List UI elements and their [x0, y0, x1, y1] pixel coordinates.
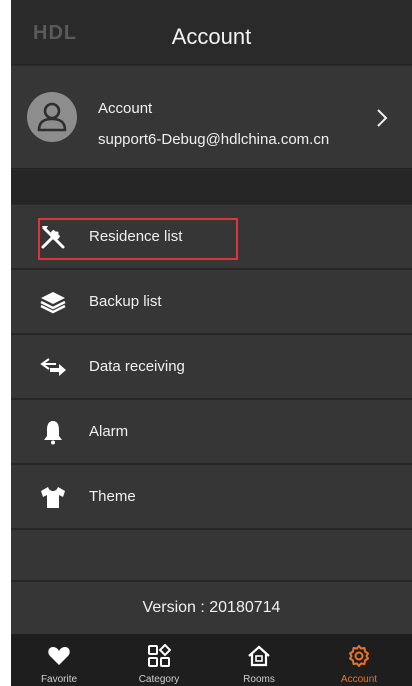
user-icon [37, 102, 67, 132]
heart-icon [48, 647, 70, 665]
tab-label: Category [138, 674, 180, 685]
avatar [27, 92, 77, 142]
tab-rooms[interactable]: Rooms [219, 634, 299, 686]
gear-icon [349, 645, 369, 667]
tab-label: Rooms [243, 674, 275, 685]
tab-label: Account [340, 674, 378, 685]
house-icon [248, 645, 270, 667]
tab-favorite[interactable]: Favorite [19, 634, 99, 686]
tab-account[interactable]: Account [319, 634, 399, 686]
bell-icon [44, 421, 62, 445]
account-card[interactable]: Account support6-Debug@hdlchina.com.cn [11, 66, 412, 169]
transfer-arrows-icon [40, 358, 66, 376]
layers-icon [40, 292, 66, 314]
menu-item-theme[interactable]: Theme [11, 465, 412, 530]
tab-label: Favorite [40, 674, 78, 685]
category-grid-icon [148, 644, 171, 667]
phone-screen: HDL Account Account support6-Debug@hdlch… [11, 0, 412, 686]
highlight-box [38, 218, 238, 260]
tshirt-icon [41, 487, 65, 508]
menu-item-backup-list[interactable]: Backup list [11, 270, 412, 335]
section-divider [11, 170, 412, 204]
account-email: support6-Debug@hdlchina.com.cn [98, 131, 330, 148]
menu-item-label: Data receiving [89, 358, 185, 375]
bottom-tab-bar: Favorite Category Rooms Account [11, 634, 412, 686]
empty-panel [11, 530, 412, 580]
page-title: Account [171, 24, 252, 49]
menu-item-label: Alarm [89, 423, 129, 440]
tab-category[interactable]: Category [119, 634, 199, 686]
app-header: HDL Account [11, 0, 412, 65]
account-label: Account [98, 100, 153, 117]
chevron-right-icon[interactable] [375, 107, 389, 129]
menu-item-data-receiving[interactable]: Data receiving [11, 335, 412, 400]
version-label: Version : 20180714 [11, 580, 412, 634]
menu-item-label: Theme [89, 488, 136, 505]
menu-item-alarm[interactable]: Alarm [11, 400, 412, 465]
menu-item-label: Backup list [89, 293, 162, 310]
